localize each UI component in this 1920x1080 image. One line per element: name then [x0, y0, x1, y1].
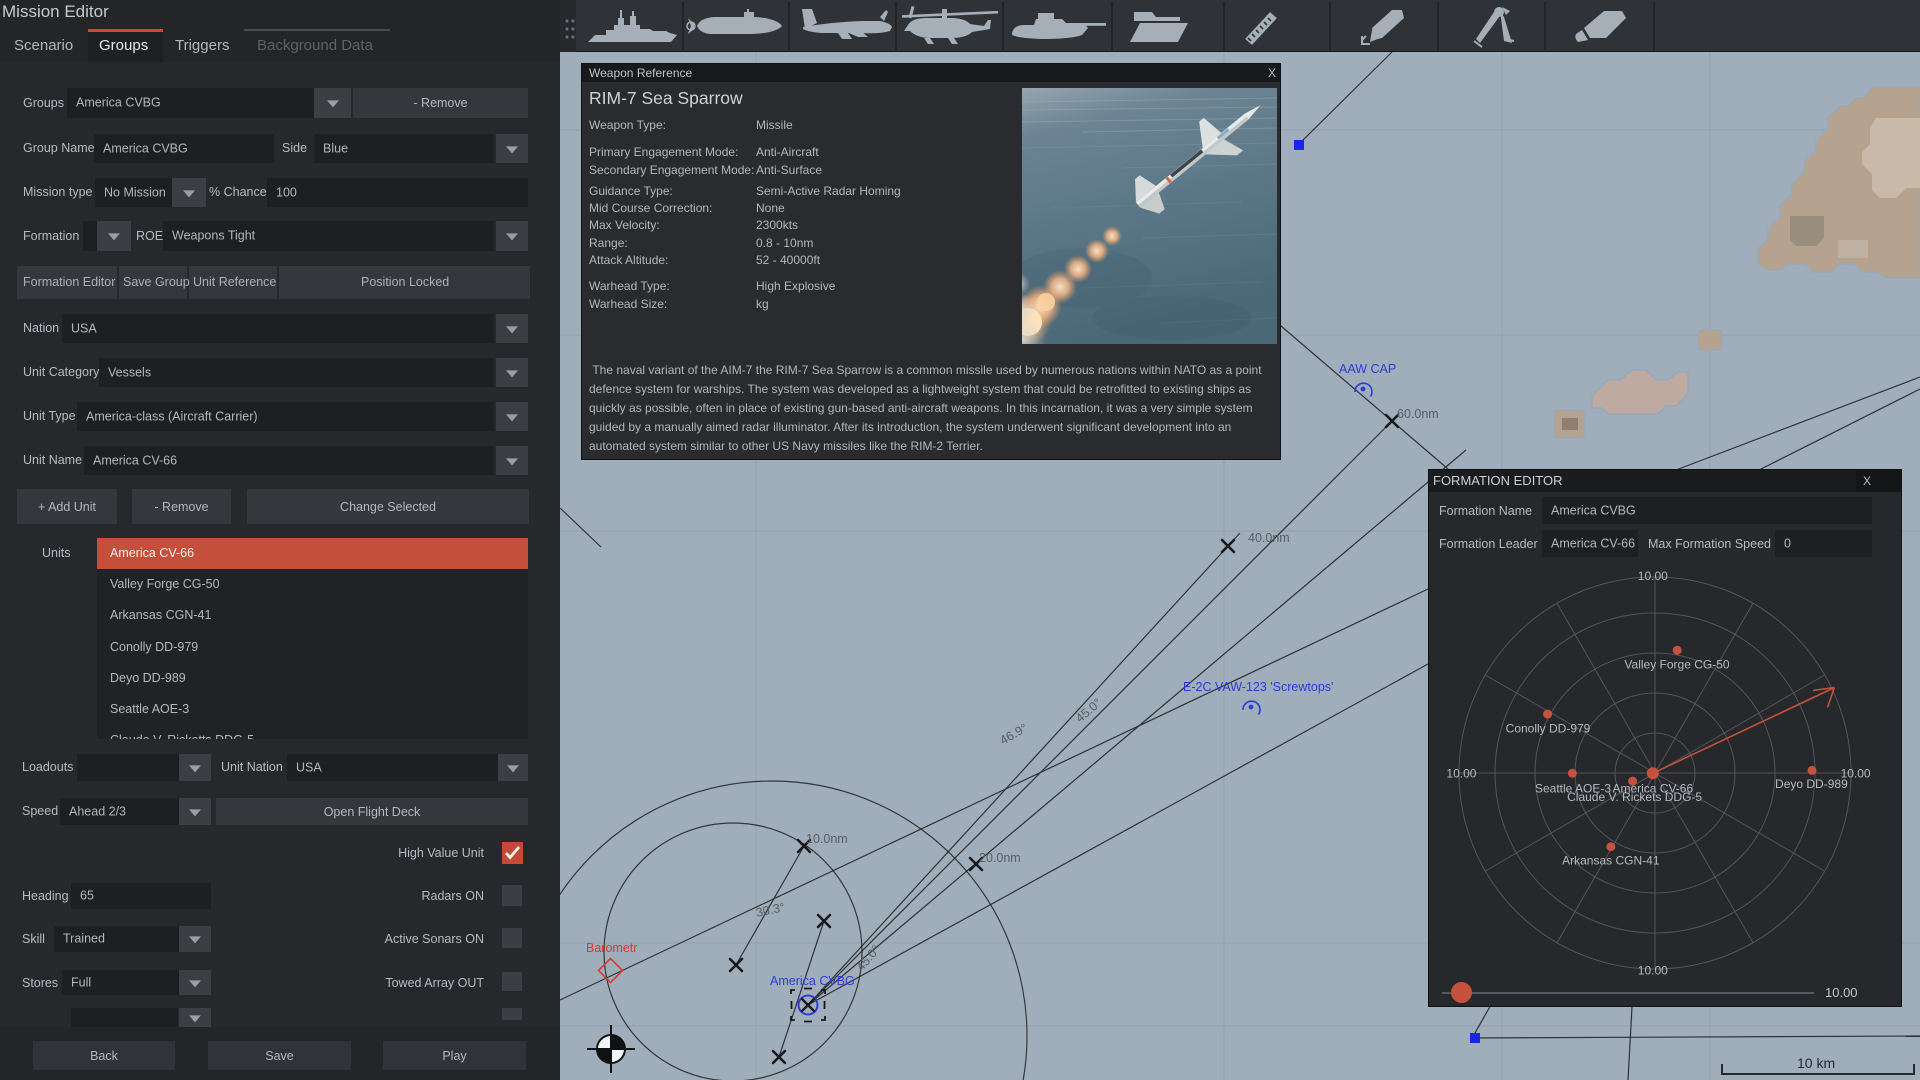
svg-text:10.00: 10.00: [1841, 766, 1871, 780]
svg-text:Claude V. Rickets DDG-5: Claude V. Rickets DDG-5: [1567, 790, 1702, 804]
svg-text:Deyo DD-989: Deyo DD-989: [1775, 777, 1848, 791]
svg-text:20.0nm: 20.0nm: [979, 851, 1021, 865]
svg-text:Conolly DD-979: Conolly DD-979: [1506, 722, 1591, 736]
svg-text:AAW CAP: AAW CAP: [1339, 362, 1396, 376]
svg-text:10.00: 10.00: [1638, 963, 1668, 977]
svg-text:10.00: 10.00: [1638, 569, 1668, 583]
svg-text:10 km: 10 km: [1797, 1055, 1835, 1071]
svg-text:Barometr: Barometr: [586, 941, 637, 955]
svg-text:10.00: 10.00: [1446, 766, 1476, 780]
svg-text:Arkansas CGN-41: Arkansas CGN-41: [1562, 854, 1660, 868]
svg-text:10.0nm: 10.0nm: [806, 832, 848, 846]
svg-text:40.0nm: 40.0nm: [1248, 531, 1290, 545]
svg-text:E-2C VAW-123 'Screwtops': E-2C VAW-123 'Screwtops': [1183, 680, 1333, 694]
svg-text:America CVBG: America CVBG: [770, 974, 855, 988]
svg-text:Valley Forge CG-50: Valley Forge CG-50: [1624, 657, 1729, 671]
svg-text:60.0nm: 60.0nm: [1397, 407, 1439, 421]
